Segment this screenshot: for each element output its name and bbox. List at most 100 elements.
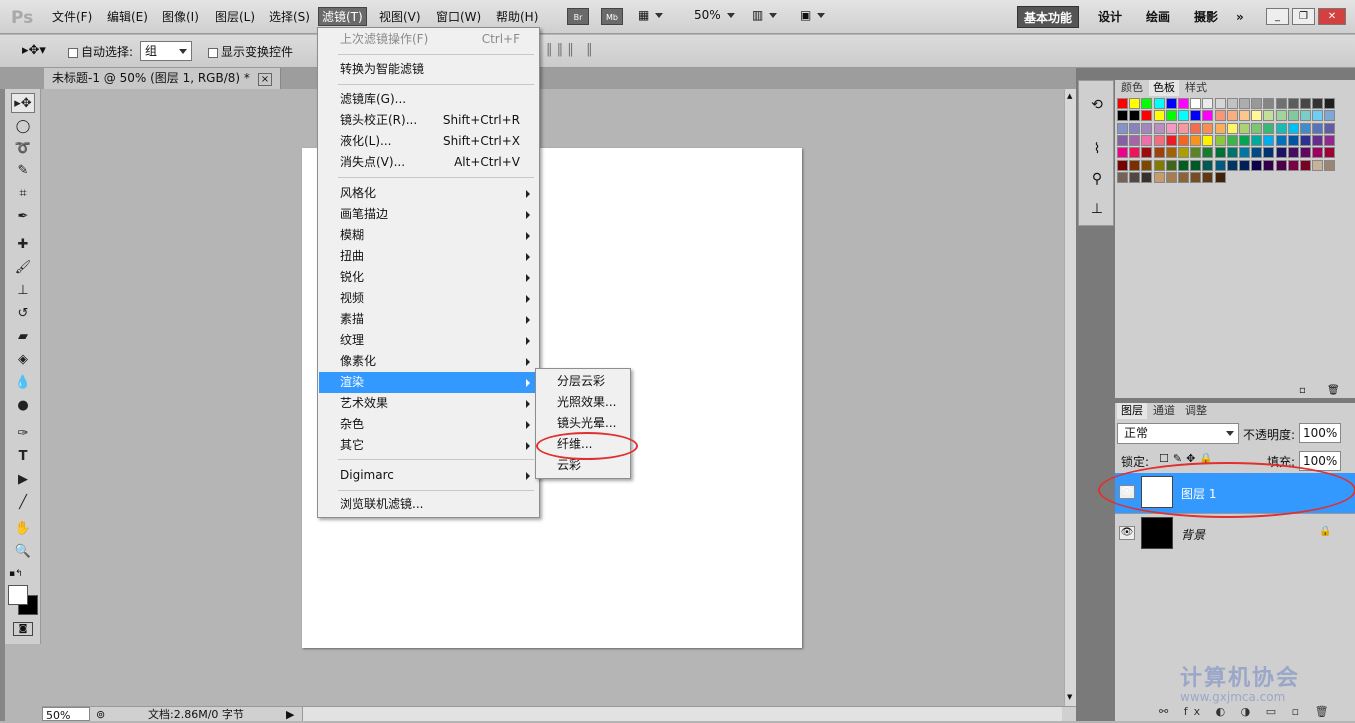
blur-tool-icon[interactable]: 💧: [11, 373, 35, 393]
menu-view[interactable]: 视图(V): [376, 8, 424, 27]
color-swatch[interactable]: [1300, 122, 1311, 134]
menu-item-stylize[interactable]: 风格化: [319, 183, 538, 204]
color-swatch[interactable]: [1141, 159, 1153, 171]
color-swatch[interactable]: [1263, 147, 1275, 159]
opacity-field[interactable]: 100%: [1299, 423, 1341, 443]
color-swatch[interactable]: [1153, 122, 1165, 134]
menu-filter[interactable]: 滤镜(T): [318, 7, 367, 26]
color-swatch[interactable]: [1275, 147, 1287, 159]
color-swatch[interactable]: [1312, 110, 1324, 122]
bridge-button[interactable]: Br: [567, 8, 589, 25]
healing-brush-tool-icon[interactable]: ✚: [11, 235, 35, 255]
color-swatch[interactable]: [1214, 147, 1226, 159]
color-swatch[interactable]: [1300, 159, 1311, 171]
color-swatch[interactable]: [1324, 110, 1336, 122]
color-swatch[interactable]: [1178, 122, 1189, 134]
color-swatch[interactable]: [1129, 171, 1141, 183]
color-swatch[interactable]: [1153, 110, 1165, 122]
history-brush-tool-icon[interactable]: ↺: [11, 304, 35, 324]
color-swatch[interactable]: [1165, 110, 1177, 122]
arrange-documents-dropdown[interactable]: ▥: [752, 8, 778, 22]
color-swatch[interactable]: [1275, 134, 1287, 146]
layer-row-background[interactable]: 👁 背景 🔒: [1115, 513, 1355, 553]
color-swatch[interactable]: [1190, 159, 1202, 171]
color-swatch[interactable]: [1263, 159, 1275, 171]
menu-item-pixelate[interactable]: 像素化: [319, 351, 538, 372]
minimize-button[interactable]: _: [1266, 8, 1289, 25]
menu-item-sharpen[interactable]: 锐化: [319, 267, 538, 288]
menu-item-filter-gallery[interactable]: 滤镜库(G)...: [319, 89, 538, 110]
color-swatch[interactable]: [1275, 110, 1287, 122]
brush-panel-icon[interactable]: ⌇: [1087, 139, 1107, 159]
workspace-painting[interactable]: 绘画: [1140, 6, 1176, 28]
restore-button[interactable]: ❐: [1292, 8, 1315, 25]
menu-item-lens-correction[interactable]: 镜头校正(R)... Shift+Ctrl+R: [319, 110, 538, 131]
clone-source-icon[interactable]: ⊥: [1087, 199, 1107, 219]
color-swatch[interactable]: [1165, 147, 1177, 159]
color-swatch[interactable]: [1129, 134, 1141, 146]
color-swatch[interactable]: [1300, 98, 1311, 109]
status-zoom-field[interactable]: 50%: [42, 707, 90, 722]
color-swatch[interactable]: [1287, 110, 1299, 122]
color-swatch[interactable]: [1226, 159, 1238, 171]
color-swatch[interactable]: [1214, 110, 1226, 122]
color-swatch[interactable]: [1141, 122, 1153, 134]
color-swatch[interactable]: [1300, 134, 1311, 146]
color-swatch[interactable]: [1324, 147, 1336, 159]
menu-file[interactable]: 文件(F): [49, 8, 95, 27]
color-swatch[interactable]: [1153, 159, 1165, 171]
color-swatch[interactable]: [1202, 110, 1214, 122]
color-swatch[interactable]: [1251, 134, 1263, 146]
color-swatch[interactable]: [1117, 110, 1128, 122]
default-colors-icon[interactable]: ▪↰: [9, 569, 23, 579]
eyedropper-tool-icon[interactable]: ✒: [11, 207, 35, 227]
tab-channels[interactable]: 通道: [1149, 403, 1179, 419]
blend-mode-dropdown[interactable]: 正常: [1117, 423, 1239, 444]
hand-tool-icon[interactable]: ✋: [11, 519, 35, 539]
layer-name[interactable]: 背景: [1181, 526, 1205, 543]
color-swatch[interactable]: [1239, 159, 1250, 171]
extras-dropdown[interactable]: ▦: [638, 8, 664, 22]
color-swatch[interactable]: [1300, 147, 1311, 159]
color-swatch[interactable]: [1287, 159, 1299, 171]
clone-stamp-tool-icon[interactable]: ⊥: [11, 281, 35, 301]
color-swatch[interactable]: [1202, 122, 1214, 134]
color-swatch[interactable]: [1251, 110, 1263, 122]
color-swatch[interactable]: [1129, 159, 1141, 171]
color-swatch[interactable]: [1226, 110, 1238, 122]
auto-select-checkbox[interactable]: 自动选择:: [68, 43, 133, 60]
document-tab[interactable]: 未标题-1 @ 50% (图层 1, RGB/8) * ×: [44, 68, 282, 89]
color-swatch[interactable]: [1312, 147, 1324, 159]
menu-item-distort[interactable]: 扭曲: [319, 246, 538, 267]
tool-presets-icon[interactable]: ⚲: [1087, 169, 1107, 189]
color-swatch[interactable]: [1165, 98, 1177, 109]
color-swatch[interactable]: [1190, 98, 1202, 109]
color-swatch[interactable]: [1214, 134, 1226, 146]
color-swatch[interactable]: [1178, 98, 1189, 109]
zoom-tool-icon[interactable]: 🔍: [11, 542, 35, 562]
menu-item-texture[interactable]: 纹理: [319, 330, 538, 351]
menu-edit[interactable]: 编辑(E): [104, 8, 151, 27]
color-swatch[interactable]: [1129, 122, 1141, 134]
menu-item-vanishing-point[interactable]: 消失点(V)... Alt+Ctrl+V: [319, 152, 538, 173]
layer-action-icons[interactable]: ⚯ fx ◐ ◑ ▭ ▫ 🗑: [1159, 705, 1335, 718]
tab-adjustments[interactable]: 调整: [1181, 403, 1211, 419]
color-swatch[interactable]: [1153, 147, 1165, 159]
brush-tool-icon[interactable]: 🖌: [11, 258, 35, 278]
status-menu-arrow-icon[interactable]: ▶: [286, 707, 294, 722]
submenu-item-difference-clouds[interactable]: 分层云彩: [537, 371, 629, 392]
color-swatch[interactable]: [1287, 147, 1299, 159]
color-swatch[interactable]: [1141, 110, 1153, 122]
color-swatch[interactable]: [1117, 159, 1128, 171]
color-swatch[interactable]: [1190, 147, 1202, 159]
color-swatch[interactable]: [1190, 171, 1202, 183]
color-swatch[interactable]: [1141, 171, 1153, 183]
color-swatch[interactable]: [1141, 147, 1153, 159]
line-tool-icon[interactable]: ╱: [11, 493, 35, 513]
close-tab-icon[interactable]: ×: [257, 73, 273, 86]
paint-bucket-tool-icon[interactable]: ◈: [11, 350, 35, 370]
color-swatch[interactable]: [1178, 159, 1189, 171]
color-swatch[interactable]: [1190, 110, 1202, 122]
color-swatch[interactable]: [1226, 98, 1238, 109]
color-swatch[interactable]: [1226, 147, 1238, 159]
